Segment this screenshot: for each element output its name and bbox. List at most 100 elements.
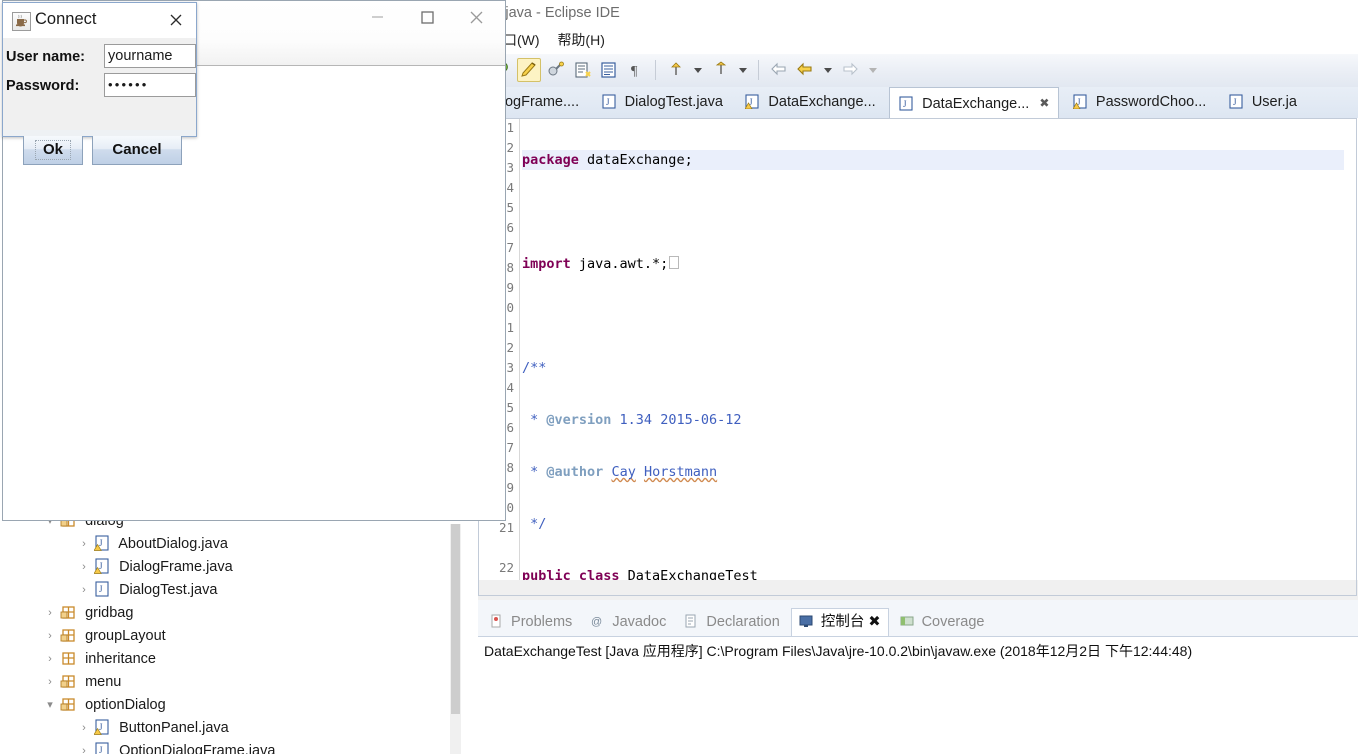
- password-row: Password: ••••••: [3, 73, 196, 99]
- twisty-icon[interactable]: ›: [78, 579, 90, 602]
- twisty-icon[interactable]: ›: [78, 533, 90, 556]
- editor-tab-label: User.ja: [1251, 94, 1297, 110]
- package-icon: [60, 696, 76, 712]
- console-icon: [799, 611, 813, 627]
- tree-item-dialogframe[interactable]: › J DialogFrame.java: [0, 556, 462, 579]
- last-edit-location-icon[interactable]: [768, 59, 790, 81]
- code-line: package dataExchange;: [522, 150, 1344, 170]
- focus-ring: [35, 140, 71, 160]
- coverage-icon: [900, 610, 914, 626]
- tab-label: Problems: [511, 614, 573, 630]
- back-dropdown-icon[interactable]: [821, 59, 835, 81]
- svg-text:¶: ¶: [631, 64, 638, 79]
- tree-item-inheritance[interactable]: › inheritance: [0, 648, 462, 671]
- twisty-icon[interactable]: ›: [44, 671, 56, 694]
- code-editor[interactable]: 1 2 3 4 5 6 7 8 9 10 11 12 13 14 15 16 1…: [478, 118, 1358, 580]
- maximize-icon[interactable]: [405, 1, 450, 31]
- package-icon: [60, 627, 76, 643]
- tree-item-label: menu: [85, 674, 122, 690]
- editor-tab-label: DataExchange...: [768, 94, 876, 110]
- editor-tab-dialogtest[interactable]: J DialogTest.java: [593, 87, 732, 118]
- password-input[interactable]: ••••••: [104, 73, 196, 97]
- svg-text:J: J: [99, 745, 103, 754]
- java-file-icon: J: [94, 581, 110, 597]
- tree-item-optiondialogframe[interactable]: › J OptionDialogFrame.java: [0, 740, 462, 754]
- twisty-icon[interactable]: ›: [78, 556, 90, 579]
- package-plain-icon: [60, 650, 76, 666]
- previous-annotation-dropdown-icon[interactable]: [691, 59, 705, 81]
- paragraph-mark-icon[interactable]: ¶: [625, 59, 647, 81]
- code-line: public class DataExchangeTest: [522, 568, 758, 580]
- code-line: * @author Cay Horstmann: [522, 464, 718, 480]
- editor-tab-user[interactable]: J User.ja: [1220, 87, 1306, 118]
- code-line: */: [522, 516, 547, 532]
- eclipse-ide-window: est.java - Eclipse IDE 窗口(W) 帮助(H) ¶ Dia…: [478, 0, 1358, 755]
- twisty-icon[interactable]: ▾: [44, 694, 56, 717]
- previous-annotation-icon[interactable]: [665, 59, 687, 81]
- new-java-class-icon[interactable]: [572, 59, 594, 81]
- cancel-button-label: Cancel: [112, 141, 162, 158]
- bottom-view-panel: Problems @ Javadoc Declaration 控制台 ✖ Cov…: [478, 600, 1358, 755]
- toolbar-separator-2: [758, 60, 760, 80]
- editor-tab-passwordchooser[interactable]: J PasswordChoo...: [1064, 87, 1215, 118]
- tab-problems[interactable]: Problems: [482, 608, 579, 636]
- editor-tab-label: DataExchange...: [922, 96, 1030, 112]
- tree-item-label: ButtonPanel.java: [119, 720, 229, 736]
- open-type-icon[interactable]: [598, 59, 620, 81]
- twisty-icon[interactable]: ›: [78, 717, 90, 740]
- back-icon[interactable]: [794, 59, 816, 81]
- tree-item-menu[interactable]: › menu: [0, 671, 462, 694]
- user-name-row: User name: yourname: [3, 44, 196, 70]
- tab-label: 控制台: [820, 614, 865, 630]
- close-icon[interactable]: ✖: [868, 614, 880, 630]
- code-text[interactable]: package dataExchange; import java.awt.*;…: [522, 118, 1344, 580]
- menu-item-help[interactable]: 帮助(H): [550, 26, 611, 54]
- package-explorer-scrollbar[interactable]: [450, 524, 461, 754]
- twisty-icon[interactable]: ›: [44, 648, 56, 671]
- package-explorer-tree[interactable]: ▾ dialog › J AboutDialog.java › J Dialog…: [0, 510, 462, 754]
- tab-javadoc[interactable]: @ Javadoc: [583, 608, 673, 636]
- minimize-icon[interactable]: [355, 1, 400, 31]
- java-file-icon: J: [94, 742, 110, 754]
- eclipse-toolbar: ¶: [478, 54, 1358, 88]
- dialog-title-label: Connect: [35, 10, 97, 28]
- forward-icon[interactable]: [839, 59, 861, 81]
- editor-tab-dataexchangetest[interactable]: J DataExchange... ✖: [889, 87, 1060, 118]
- dialog-title-bar: Connect: [3, 3, 196, 38]
- user-name-input[interactable]: yourname: [104, 44, 196, 68]
- toolbar-separator: [655, 60, 657, 80]
- tree-item-optiondialog[interactable]: ▾ optionDialog: [0, 694, 462, 717]
- tab-console[interactable]: 控制台 ✖: [790, 608, 889, 636]
- tree-item-label: optionDialog: [85, 697, 166, 713]
- cancel-button[interactable]: Cancel: [92, 134, 182, 165]
- twisty-icon[interactable]: ›: [44, 602, 56, 625]
- twisty-icon[interactable]: ›: [78, 740, 90, 754]
- close-icon[interactable]: ✖: [1039, 88, 1049, 118]
- tree-item-buttonpanel[interactable]: › J ButtonPanel.java: [0, 717, 462, 740]
- tree-item-dialogtest[interactable]: › J DialogTest.java: [0, 579, 462, 602]
- forward-dropdown-icon[interactable]: [866, 59, 880, 81]
- console-launch-line: DataExchangeTest [Java 应用程序] C:\Program …: [484, 643, 1193, 659]
- package-icon: [60, 604, 76, 620]
- console-output-area[interactable]: DataExchangeTest [Java 应用程序] C:\Program …: [478, 636, 1358, 755]
- tree-item-gridbag[interactable]: › gridbag: [0, 602, 462, 625]
- ok-button[interactable]: Ok: [23, 134, 83, 165]
- tree-item-aboutdialog[interactable]: › J AboutDialog.java: [0, 533, 462, 556]
- tab-label: Coverage: [921, 614, 985, 630]
- java-perspective-icon[interactable]: [516, 58, 541, 82]
- run-external-tools-icon[interactable]: [545, 59, 567, 81]
- tab-declaration[interactable]: Declaration: [677, 608, 786, 636]
- close-icon[interactable]: [163, 9, 189, 31]
- twisty-icon[interactable]: ›: [44, 625, 56, 648]
- tree-item-grouplayout[interactable]: › groupLayout: [0, 625, 462, 648]
- dialog-body: User name: yourname Password: •••••• Ok …: [3, 38, 196, 165]
- eclipse-title-bar: est.java - Eclipse IDE: [478, 0, 1358, 26]
- svg-text:J: J: [99, 722, 103, 732]
- scrollbar-thumb[interactable]: [451, 524, 460, 714]
- next-annotation-icon[interactable]: [710, 59, 732, 81]
- next-annotation-dropdown-icon[interactable]: [736, 59, 750, 81]
- close-icon[interactable]: [454, 1, 499, 31]
- editor-tab-dataexchangeframe[interactable]: J DataExchange...: [736, 87, 884, 118]
- tab-coverage[interactable]: Coverage: [893, 608, 992, 636]
